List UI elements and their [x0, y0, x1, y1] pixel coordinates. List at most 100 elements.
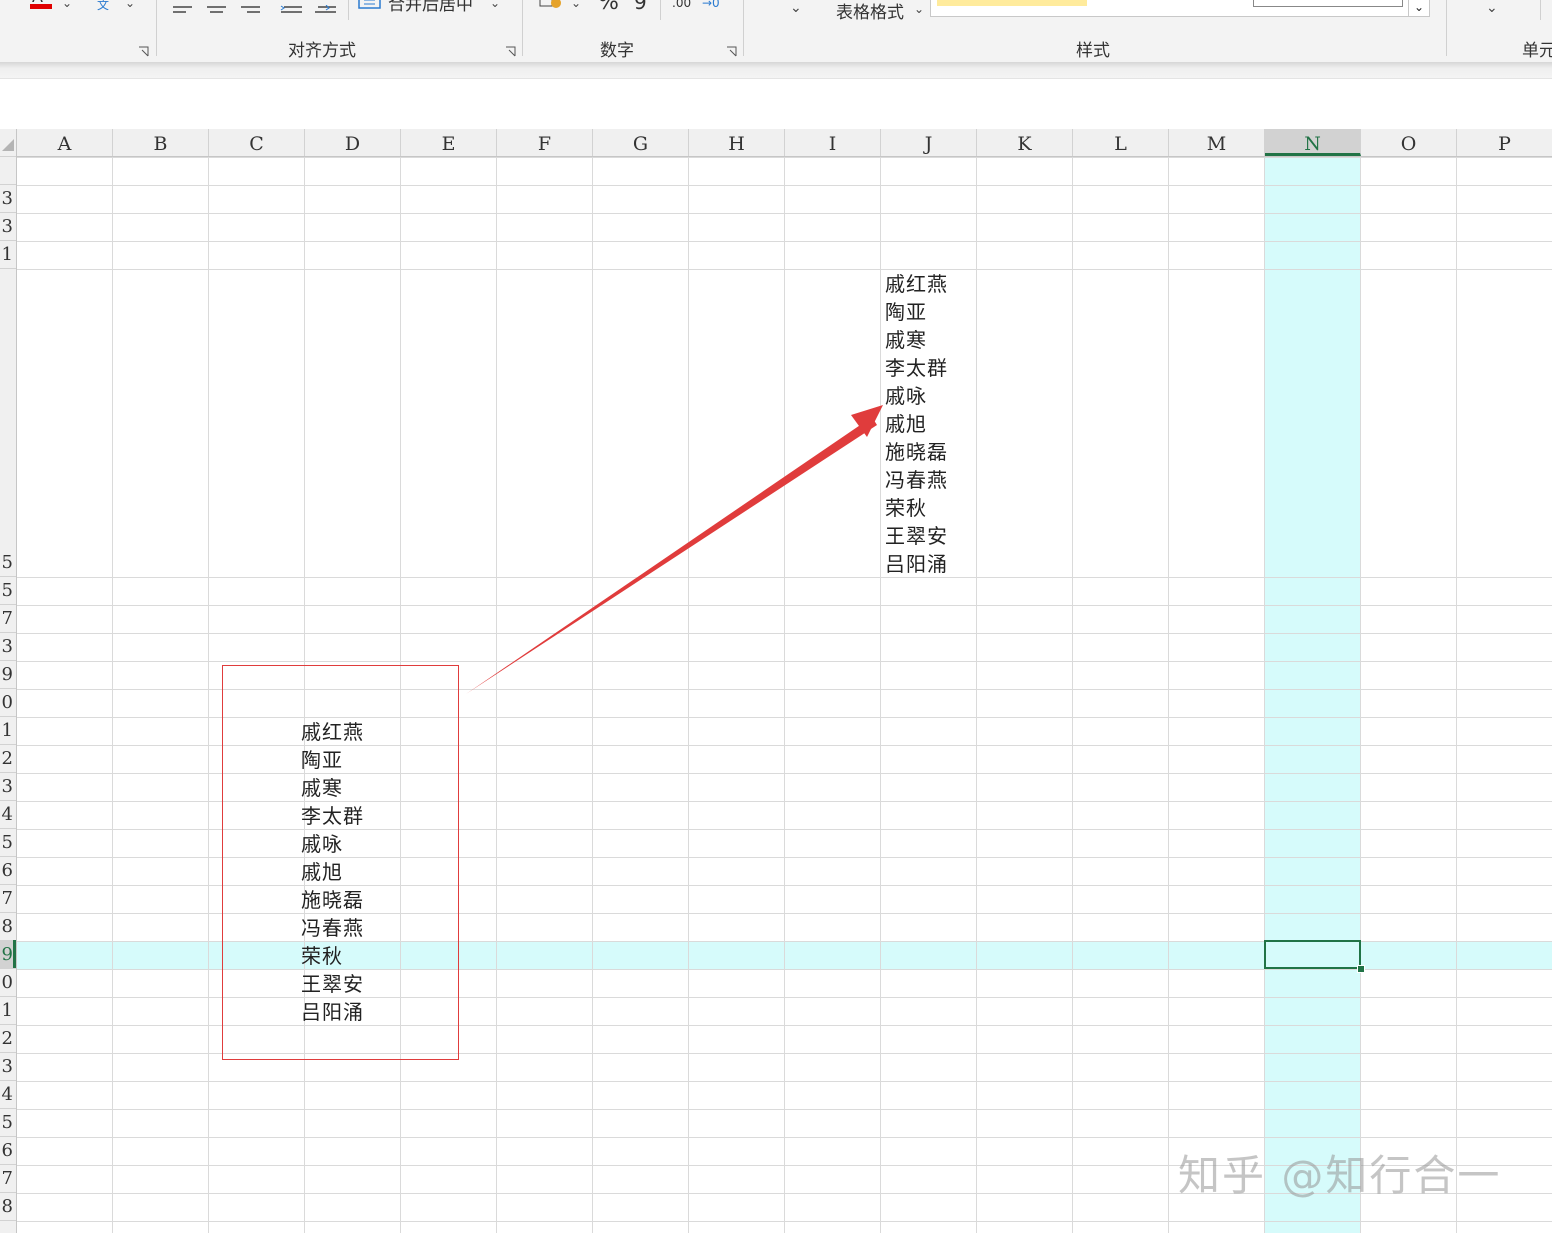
row-header-line [0, 156, 16, 157]
number-format-icon[interactable] [538, 0, 564, 16]
row-header-label[interactable]: 3 [2, 213, 13, 241]
format-as-table-button[interactable]: 表格格式 [836, 0, 904, 23]
row-header-line [0, 1192, 16, 1193]
chevron-down-icon[interactable]: ⌄ [1486, 0, 1498, 16]
merge-center-button[interactable]: 合并后居中 [388, 0, 473, 15]
cell-style-gallery[interactable] [930, 0, 1410, 17]
row-header-label[interactable]: 2 [2, 745, 13, 773]
row-header-label[interactable]: 0 [2, 969, 13, 997]
row-header-line [0, 828, 16, 829]
chevron-down-icon[interactable]: ⌄ [62, 0, 72, 10]
row-header-label[interactable]: 7 [2, 885, 13, 913]
row-header-label[interactable]: 7 [2, 1165, 13, 1193]
column-header-g[interactable]: G [593, 129, 689, 156]
column-header-b[interactable]: B [113, 129, 209, 156]
cell-style-swatch[interactable] [1253, 0, 1403, 7]
row-header-label[interactable]: 5 [2, 829, 13, 857]
row-header-label[interactable]: 1 [2, 717, 13, 745]
column-header-m[interactable]: M [1169, 129, 1265, 156]
indent-decrease-icon[interactable] [280, 0, 304, 19]
row-header-label[interactable]: 9 [2, 941, 13, 969]
row-header-label[interactable]: 0 [2, 689, 13, 717]
column-header-d[interactable]: D [305, 129, 401, 156]
column-header-c[interactable]: C [209, 129, 305, 156]
row-header-label[interactable]: 3 [2, 1053, 13, 1081]
align-center-icon[interactable] [206, 0, 228, 19]
row-header-label[interactable]: 6 [2, 857, 13, 885]
row-header-label[interactable]: 2 [2, 1025, 13, 1053]
group-separator [660, 0, 661, 20]
dialog-launcher-icon[interactable] [138, 42, 149, 57]
row-header-line [0, 1024, 16, 1025]
align-left-icon[interactable] [172, 0, 194, 19]
ribbon: A ⌄ 文 ⌄ 合并后居中 ⌄ 对齐方式 ⌄ % 9 .00 →0 数字 [0, 0, 1552, 62]
row-header-label[interactable]: 8 [2, 913, 13, 941]
column-header-l[interactable]: L [1073, 129, 1169, 156]
active-cell[interactable] [1264, 940, 1361, 969]
row-header-label[interactable]: 3 [2, 773, 13, 801]
column-header-i[interactable]: I [785, 129, 881, 156]
chevron-down-icon[interactable]: ⌄ [125, 0, 135, 10]
comma-icon[interactable]: 9 [634, 0, 647, 14]
row-header-line [0, 856, 16, 857]
select-all-icon[interactable] [2, 139, 14, 151]
row-header-line [0, 968, 16, 969]
column-header-a[interactable]: A [17, 129, 113, 156]
row-header-line [0, 1164, 16, 1165]
watermark: 知乎 @知行合一 [1178, 1151, 1502, 1200]
row-header-line [0, 184, 16, 185]
column-header-h[interactable]: H [689, 129, 785, 156]
column-header-p[interactable]: P [1457, 129, 1552, 156]
row-header-label[interactable]: 4 [2, 801, 13, 829]
row-header-label[interactable]: 5 [2, 1109, 13, 1137]
merge-center-icon[interactable] [358, 0, 382, 14]
row-header-label[interactable]: 8 [2, 1193, 13, 1221]
cell-area[interactable]: 戚红燕 陶亚 戚寒 李太群 戚咏 戚旭 施晓磊 冯春燕 荣秋 王翠安 吕阳涌 戚红燕 陶亚 戚寒 李太群戚… [17, 157, 1552, 1233]
dialog-launcher-icon[interactable] [505, 42, 516, 57]
row-header-label[interactable]: 4 [2, 1081, 13, 1109]
font-color-icon[interactable]: A [28, 0, 54, 12]
worksheet-grid[interactable]: ABCDEFGHIJKLMNOP 33155739012345678901234… [0, 129, 1552, 1233]
row-header-line [0, 716, 16, 717]
group-separator [1540, 0, 1541, 20]
column-header-o[interactable]: O [1361, 129, 1457, 156]
annotation-arrow [466, 405, 883, 694]
dialog-launcher-icon[interactable] [726, 42, 737, 57]
cell-style-swatch[interactable] [937, 0, 1087, 6]
row-header-line [0, 1220, 16, 1221]
column-header-f[interactable]: F [497, 129, 593, 156]
column-header-j[interactable]: J [881, 129, 977, 156]
decimal-decrease-icon[interactable]: →0 [702, 0, 720, 10]
group-separator [743, 0, 744, 56]
row-header-label[interactable]: 3 [2, 185, 13, 213]
select-all-corner[interactable] [0, 129, 17, 156]
row-header-label[interactable]: 5 [2, 549, 13, 577]
group-label-styles: 样式 [1076, 41, 1110, 61]
row-header-line [0, 800, 16, 801]
chevron-down-icon[interactable]: ⌄ [914, 2, 924, 16]
chevron-down-icon[interactable]: ⌄ [790, 0, 802, 16]
row-header-label[interactable]: 5 [2, 577, 13, 605]
row-header-label[interactable]: 6 [2, 1137, 13, 1165]
group-label-alignment: 对齐方式 [288, 41, 356, 61]
column-header-e[interactable]: E [401, 129, 497, 156]
chevron-down-icon[interactable]: ⌄ [571, 0, 581, 10]
row-header-line [0, 240, 16, 241]
row-header-label[interactable]: 3 [2, 633, 13, 661]
align-right-icon[interactable] [240, 0, 262, 19]
row-header-label[interactable]: 7 [2, 605, 13, 633]
decimal-increase-icon[interactable]: .00 [672, 0, 691, 10]
indent-increase-icon[interactable] [314, 0, 338, 19]
percent-icon[interactable]: % [598, 0, 619, 15]
gallery-more-button[interactable]: ⌄ [1408, 0, 1430, 17]
row-header-bar: 331557390123456789012345678 [0, 156, 17, 1233]
fill-handle[interactable] [1357, 965, 1365, 973]
column-header-k[interactable]: K [977, 129, 1073, 156]
column-header-n[interactable]: N [1265, 129, 1361, 156]
row-header-label[interactable]: 1 [2, 997, 13, 1025]
phonetic-icon[interactable]: 文 [97, 0, 109, 13]
row-header-label[interactable]: 9 [2, 661, 13, 689]
chevron-down-icon[interactable]: ⌄ [490, 0, 500, 10]
formula-bar-area[interactable] [0, 78, 1552, 113]
row-header-label[interactable]: 1 [2, 241, 13, 269]
